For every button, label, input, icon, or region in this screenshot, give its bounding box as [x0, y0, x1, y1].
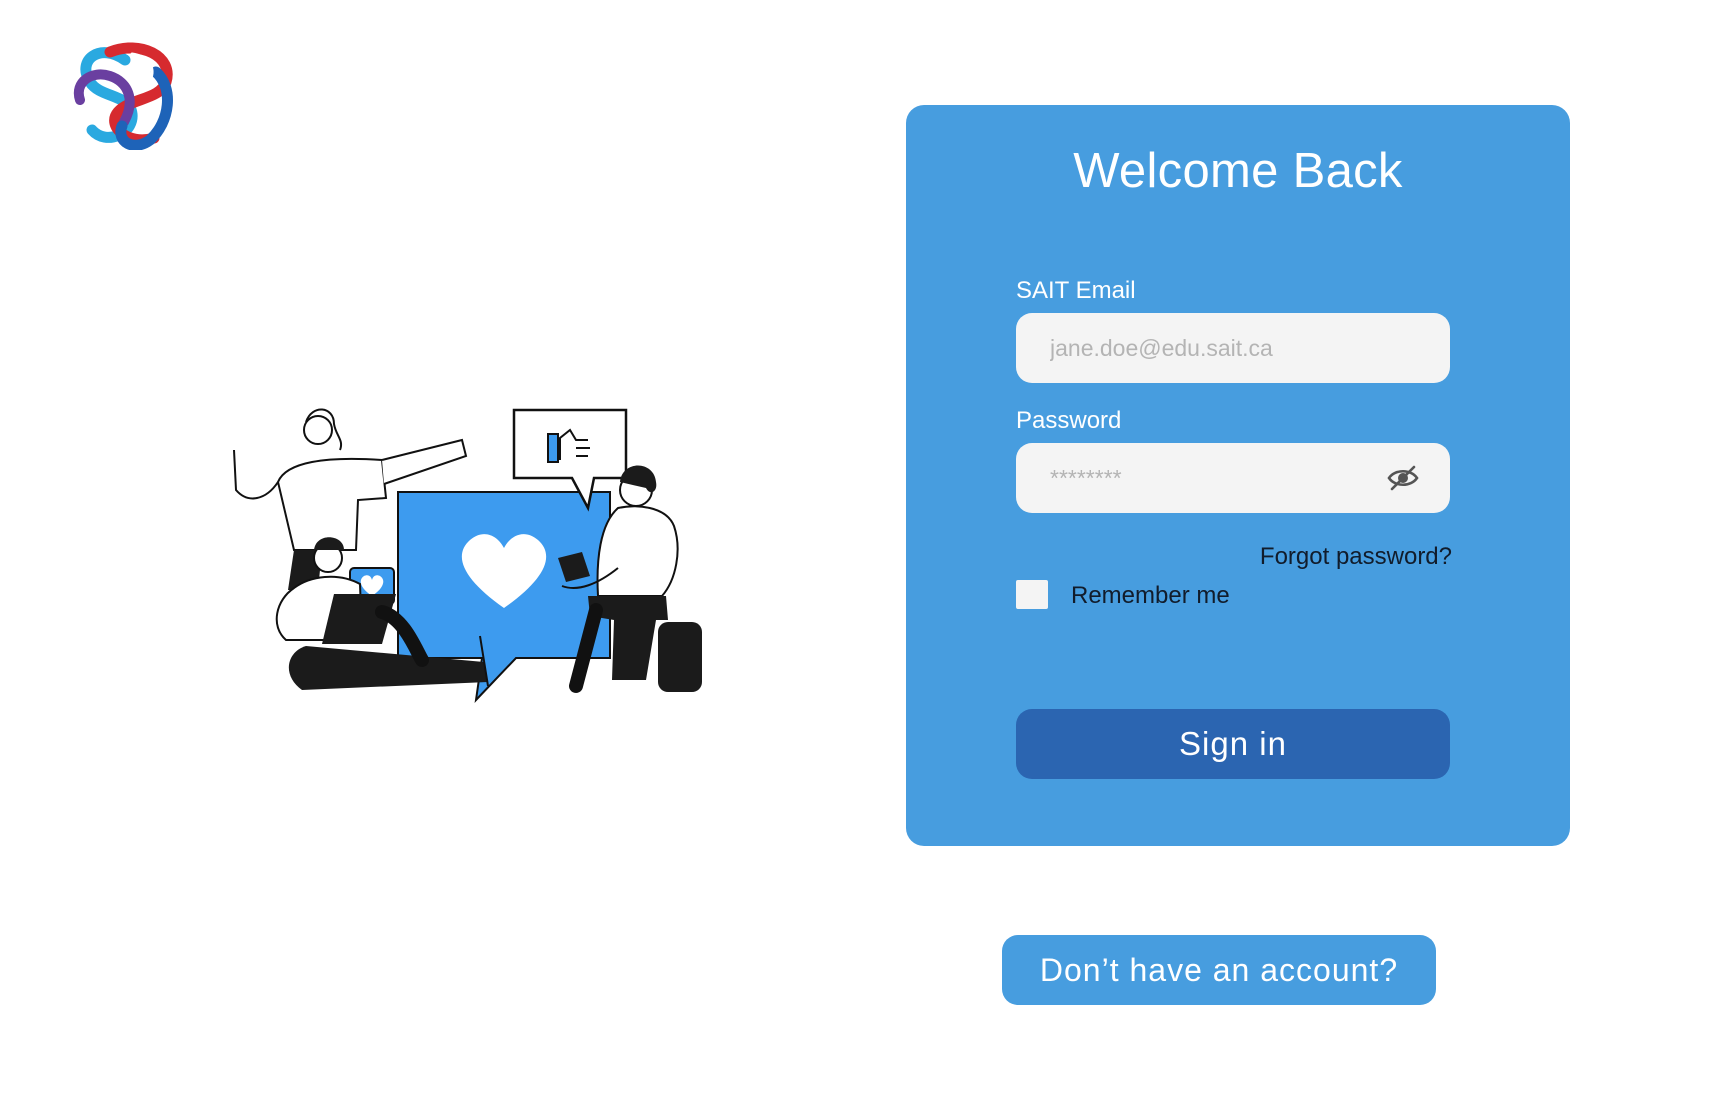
sign-in-button[interactable]: Sign in [1016, 709, 1450, 779]
page-title: Welcome Back [1073, 144, 1403, 198]
email-field[interactable] [1016, 313, 1450, 383]
email-label: SAIT Email [1016, 277, 1136, 304]
password-label: Password [1016, 407, 1122, 434]
people-social-media-illustration [233, 408, 702, 703]
password-field[interactable] [1016, 443, 1450, 513]
remember-me-checkbox[interactable] [1016, 580, 1048, 609]
create-account-button[interactable]: Don’t have an account? [1002, 935, 1436, 1005]
brand-logo-icon [73, 42, 173, 150]
eye-slash-icon[interactable] [1386, 463, 1420, 493]
forgot-password-link[interactable]: Forgot password? [1256, 543, 1452, 571]
login-card: Welcome Back SAIT Email Password Forgot … [906, 105, 1570, 846]
login-page: Welcome Back SAIT Email Password Forgot … [0, 0, 1728, 1117]
remember-me-label: Remember me [1071, 582, 1230, 609]
stool-icon [658, 622, 702, 692]
